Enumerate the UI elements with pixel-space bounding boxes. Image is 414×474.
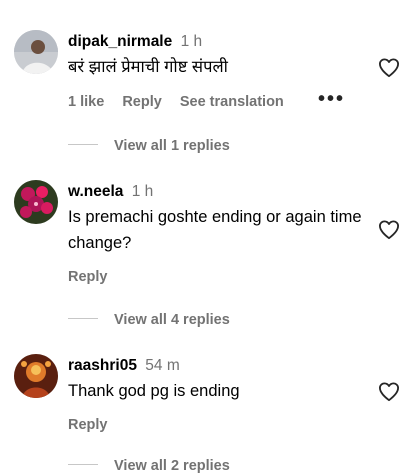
heart-outline-icon[interactable] xyxy=(378,220,400,240)
divider-line xyxy=(68,144,98,146)
comment-content: w.neela 1 h Is premachi goshte ending or… xyxy=(68,182,370,256)
avatar-image xyxy=(14,180,58,224)
view-replies-label: View all 4 replies xyxy=(114,312,230,328)
avatar-image xyxy=(14,354,58,398)
divider-line xyxy=(68,464,98,466)
heart-outline-icon[interactable] xyxy=(378,382,400,402)
comment-header: dipak_nirmale 1 h xyxy=(68,32,370,52)
comment-text: Thank god pg is ending xyxy=(68,382,240,400)
heart-outline-icon[interactable] xyxy=(378,58,400,78)
reply-button[interactable]: Reply xyxy=(68,417,108,433)
view-replies-button[interactable]: View all 4 replies xyxy=(68,312,230,328)
timestamp: 1 h xyxy=(131,183,154,200)
like-count[interactable]: 1 like xyxy=(68,94,104,110)
comment-text: Is premachi goshte ending or again time … xyxy=(68,208,362,252)
avatar[interactable] xyxy=(14,30,58,74)
comment-actions: 1 like Reply See translation xyxy=(68,94,298,110)
comment-header: raashri05 54 m xyxy=(68,356,370,376)
comment-actions: Reply xyxy=(68,417,122,433)
timestamp: 1 h xyxy=(180,33,203,50)
comment-actions: Reply xyxy=(68,269,122,285)
comment-content: dipak_nirmale 1 h बरं झालं प्रेमाची गोष्… xyxy=(68,32,370,80)
reply-button[interactable]: Reply xyxy=(68,269,108,285)
view-replies-label: View all 2 replies xyxy=(114,458,230,474)
reply-button[interactable]: Reply xyxy=(122,94,162,110)
divider-line xyxy=(68,318,98,320)
username[interactable]: w.neela xyxy=(68,183,123,200)
see-translation-button[interactable]: See translation xyxy=(180,94,284,110)
view-replies-label: View all 1 replies xyxy=(114,138,230,154)
username[interactable]: dipak_nirmale xyxy=(68,33,172,50)
avatar[interactable] xyxy=(14,354,58,398)
timestamp: 54 m xyxy=(145,357,180,374)
view-replies-button[interactable]: View all 1 replies xyxy=(68,138,230,154)
avatar[interactable] xyxy=(14,180,58,224)
avatar-image xyxy=(14,30,58,74)
more-horizontal-icon[interactable]: ••• xyxy=(318,88,345,111)
comment-content: raashri05 54 m Thank god pg is ending xyxy=(68,356,370,404)
view-replies-button[interactable]: View all 2 replies xyxy=(68,458,230,474)
comment-header: w.neela 1 h xyxy=(68,182,370,202)
username[interactable]: raashri05 xyxy=(68,357,137,374)
comment-text: बरं झालं प्रेमाची गोष्ट संपली xyxy=(68,58,228,76)
